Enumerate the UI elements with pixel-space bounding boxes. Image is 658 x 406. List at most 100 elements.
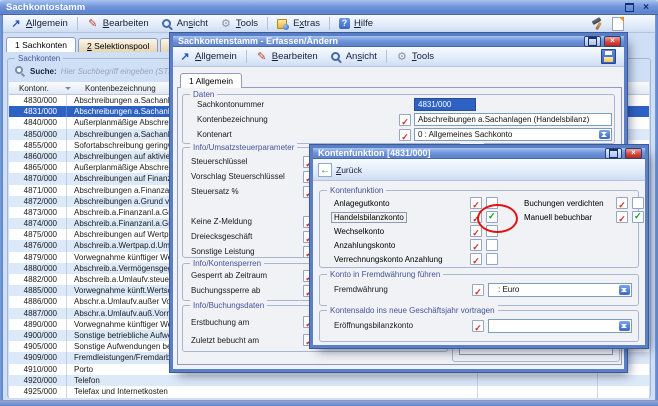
daten-groupbox: Daten Sachkontonummer 4831/000 Kontenbez… [182,94,615,144]
toolbar-separator [386,50,387,63]
menu-item-allgemein[interactable]: Allgemein [4,17,74,31]
account-number: 4910/000 [9,364,65,375]
buchungsdaten-group-label: Info/Buchungsdaten [190,300,267,311]
table-row[interactable]: 4925/000Telefax und Internetkosten [9,386,649,397]
saldovortrag-group-label: Kontensaldo ins neue Geschäftsjahr vortr… [327,305,498,316]
kontenart-select[interactable]: 0 : Allgemeines Sachkonto [414,128,612,141]
application-window: Sachkontostamm × AllgemeinBearbeitenAnsi… [0,0,658,406]
field-flag-icon[interactable] [470,253,482,265]
checkbox-label: Wechselkonto [334,227,470,236]
checkbox-label: Manuell bebuchbar [524,213,616,222]
account-number: 4890/000 [9,319,65,330]
account-number: 4885/000 [9,285,65,296]
account-number: 4876/000 [9,240,65,251]
sachkonten-group-label: Sachkonten [15,53,63,64]
back-button[interactable]: Zurück [313,162,367,178]
restore-window-button[interactable] [584,36,601,47]
close-window-button[interactable]: × [639,1,653,13]
account-number: 4874/000 [9,218,65,229]
kontenbezeichnung-input[interactable]: Abschreibungen a.Sachanlagen (Handelsbil… [414,113,612,126]
main-menu: Allgemein BearbeitenAnsichtTools Extras Hil… [4,17,379,31]
new-document-icon[interactable] [612,17,624,31]
checkbox[interactable] [486,239,498,251]
daten-group-label: Daten [190,89,217,100]
account-number: 4925/000 [9,386,65,397]
account-number: 4905/000 [9,341,65,352]
dropdown-button[interactable] [619,321,630,331]
menu-item-extras[interactable]: Extras [271,17,326,31]
account-name: Fremdleistungen/Fremdarbeiten [65,352,188,363]
kontenfunktion-group-label: Kontenfunktion [327,185,386,196]
hammer-icon[interactable] [591,18,603,30]
toolbar-separator [267,17,268,30]
info-field-label: Dreiecksgeschäft [191,232,303,241]
save-button[interactable] [601,49,616,64]
checkbox-label: Verrechnungskonto Anzahlung [334,255,470,264]
field-flag-icon[interactable] [472,284,484,296]
close-window-button[interactable]: × [604,36,621,47]
checkbox[interactable] [632,197,644,209]
back-button-label: Zurück [336,165,362,175]
menu-label: Hilfe [354,18,373,29]
field-flag-icon[interactable] [470,197,482,209]
account-number: 4860/000 [9,151,65,162]
main-titlebar: Sachkontostamm × [0,0,658,15]
menu-item-hilfe[interactable]: Hilfe [333,17,379,30]
info-field-label: Zuletzt bebucht am [191,336,303,345]
tab-1[interactable]: 1 Sachkonten [6,37,76,52]
tab-2[interactable]: 2 Selektionspool [78,38,158,52]
field-flag-icon[interactable] [616,197,628,209]
main-toolbar: Allgemein BearbeitenAnsichtTools Extras Hil… [0,15,658,33]
magnifier-icon [330,51,342,63]
column-header-kontenbezeichnung[interactable]: Kontenbezeichnung [71,84,156,93]
checkbox-row: Verrechnungskonto Anzahlung [334,252,500,266]
menu-item-tools[interactable]: Tools [214,17,264,31]
account-name: Abschreibungen auf Wertpapiere [65,229,191,240]
field-flag-icon[interactable] [472,320,484,332]
dialog-menu-item-bearbeiten[interactable]: Bearbeiten [250,50,324,64]
info-field-label: Steuerschlüssel [191,157,303,166]
back-icon [318,163,332,177]
dialog-menu-item-tools[interactable]: Tools [390,50,440,64]
fremdwaehrung-select[interactable]: : Euro [488,283,632,297]
account-number: 4887/000 [9,308,65,319]
dropdown-button[interactable] [599,130,610,139]
info-field-label: Buchungssperre ab [191,286,303,295]
field-flag-icon[interactable] [399,129,411,141]
restore-window-button[interactable] [622,1,636,13]
eroeffnungsbilanzkonto-select[interactable] [488,319,632,333]
account-number: 4909/000 [9,352,65,363]
field-flag-icon[interactable] [470,239,482,251]
checkbox-row: Buchungen verdichten [524,196,646,210]
field-flag-icon[interactable] [616,211,628,223]
dialog-menu-item-allgemein[interactable]: Allgemein [173,50,243,64]
account-number: 4882/000 [9,274,65,285]
search-row[interactable]: Suche: Hier Suchbegriff eingeben (STRG+S [14,64,190,78]
account-number: 4880/000 [9,263,65,274]
account-number: 4865/000 [9,162,65,173]
checkbox[interactable] [632,211,644,223]
search-placeholder: Hier Suchbegriff eingeben (STRG+S [61,67,191,76]
checkbox-label: Buchungen verdichten [524,199,616,208]
column-header-kontonr[interactable]: Kontonr. [9,84,63,93]
menu-label: Extras [293,18,320,29]
close-window-button[interactable]: × [625,148,642,159]
account-number: 4871/000 [9,185,65,196]
menu-item-bearbeiten[interactable]: Bearbeiten [81,17,155,31]
tab-allgemein[interactable]: 1 Allgemein [180,73,242,88]
help-icon [339,18,350,29]
table-row[interactable]: 4920/000Telefon [9,375,649,386]
restore-window-button[interactable] [605,148,622,159]
dropdown-button[interactable] [619,285,630,295]
sachkontonummer-input[interactable]: 4831/000 [414,98,476,111]
checkbox[interactable] [486,253,498,265]
kontenfunktion-toolbar: Zurück [313,159,645,181]
column-separator [66,95,67,398]
edit-dialog-titlebar: Sachkontenstamm - Erfassen/Ändern × [173,36,624,47]
edit-dialog-toolbar: Allgemein BearbeitenAnsicht Tools [173,47,624,67]
arrow-up-right-icon [10,18,22,30]
field-flag-icon[interactable] [399,114,411,126]
dialog-menu-item-ansicht[interactable]: Ansicht [324,50,383,64]
main-window-title: Sachkontostamm [6,2,85,13]
menu-item-ansicht[interactable]: Ansicht [155,17,214,31]
